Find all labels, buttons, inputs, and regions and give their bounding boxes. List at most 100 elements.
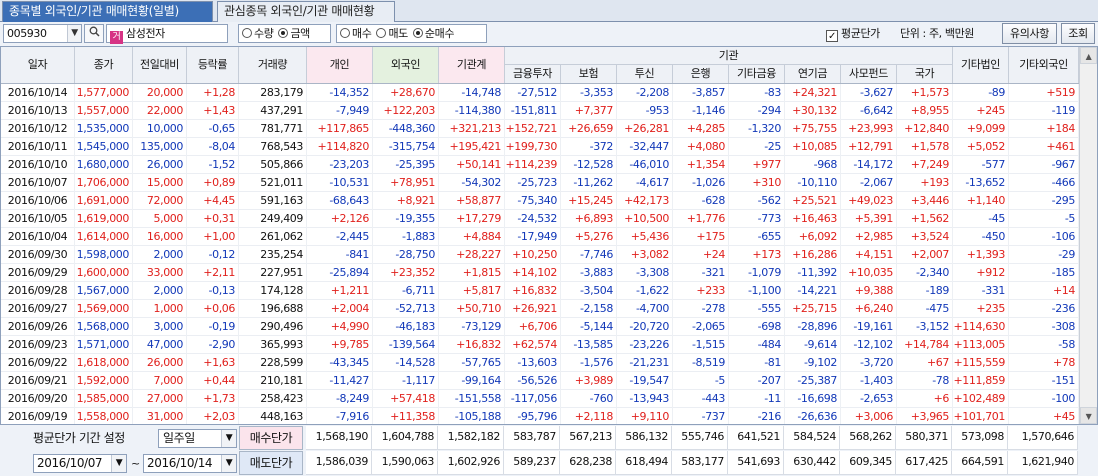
- chevron-down-icon[interactable]: ▼: [221, 430, 236, 447]
- cell-private-fund: -6,642: [841, 102, 897, 120]
- radio-quantity[interactable]: 수량: [242, 25, 274, 42]
- cell-close: 1,691,000: [75, 192, 133, 210]
- col-volume[interactable]: 거래량: [239, 47, 307, 83]
- cell-change: 20,000: [133, 84, 187, 102]
- cell-rate: +4,45: [187, 192, 239, 210]
- cell-inst-total: +58,877: [439, 192, 505, 210]
- notice-button[interactable]: 유의사항: [1002, 23, 1057, 44]
- table-row[interactable]: 2016/10/06 1,691,000 72,000 +4,45 591,163 -68…: [1, 192, 1079, 210]
- trade-type-radio-group: 매수 매도 순매수: [336, 24, 487, 43]
- cell-state: +2,007: [897, 246, 953, 264]
- col-state[interactable]: 국가: [897, 65, 953, 83]
- radio-amount[interactable]: 금액: [278, 25, 310, 42]
- col-date[interactable]: 일자: [1, 47, 75, 83]
- avg-price-footer: 평균단가 기간 설정 일주일 ▼ 매수단가 1,568,190 1,604,788 1…: [0, 425, 1098, 476]
- col-inst-total[interactable]: 기관계: [439, 47, 505, 83]
- chevron-down-icon[interactable]: ▼: [221, 455, 236, 472]
- radio-buy[interactable]: 매수: [340, 25, 372, 42]
- cell-other-foreign: -29: [1009, 246, 1079, 264]
- table-row[interactable]: 2016/09/22 1,618,000 26,000 +1,63 228,599 -43…: [1, 354, 1079, 372]
- table-row[interactable]: 2016/10/10 1,680,000 26,000 -1,52 505,866 -23…: [1, 156, 1079, 174]
- table-row[interactable]: 2016/09/23 1,571,000 47,000 -2,90 365,993 +9,…: [1, 336, 1079, 354]
- col-private-fund[interactable]: 사모펀드: [841, 65, 897, 83]
- col-individual[interactable]: 개인: [307, 47, 373, 83]
- table-row[interactable]: 2016/09/20 1,585,000 27,000 +1,73 258,423 -8,…: [1, 390, 1079, 408]
- cell-insurance: +15,245: [561, 192, 617, 210]
- radio-circle-icon: [340, 28, 350, 38]
- table-row[interactable]: 2016/09/19 1,558,000 31,000 +2,03 448,163 -7,…: [1, 408, 1079, 424]
- col-other-foreign[interactable]: 기타외국인: [1009, 47, 1079, 83]
- period-select[interactable]: 일주일 ▼: [158, 429, 237, 448]
- scroll-up-icon[interactable]: ▲: [1080, 47, 1097, 64]
- table-row[interactable]: 2016/10/12 1,535,000 10,000 -0,65 781,771 +11…: [1, 120, 1079, 138]
- col-other-corp[interactable]: 기타법인: [953, 47, 1009, 83]
- cell-rate: -0,19: [187, 318, 239, 336]
- vertical-scrollbar[interactable]: ▲ ▼: [1079, 47, 1097, 424]
- table-row[interactable]: 2016/10/14 1,577,000 20,000 +1,28 283,179 -14…: [1, 84, 1079, 102]
- stock-tag-badge: 거: [110, 31, 123, 44]
- cell-pension: +10,085: [785, 138, 841, 156]
- cell-date: 2016/10/06: [1, 192, 75, 210]
- cell-finance: -151,811: [505, 102, 561, 120]
- col-finance[interactable]: 금융투자: [505, 65, 561, 83]
- stock-code-input[interactable]: 005930 ▼: [3, 24, 82, 43]
- table-row[interactable]: 2016/10/11 1,545,000 135,000 -8,04 768,543 +1…: [1, 138, 1079, 156]
- cell-change: 1,000: [133, 300, 187, 318]
- table-row[interactable]: 2016/09/27 1,569,000 1,000 +0,06 196,688 +2,0…: [1, 300, 1079, 318]
- cell-individual: +114,820: [307, 138, 373, 156]
- cell-change: 3,000: [133, 318, 187, 336]
- tab-daily-trading[interactable]: 종목별 외국인/기관 매매현황(일별): [2, 1, 213, 22]
- scroll-down-icon[interactable]: ▼: [1080, 407, 1097, 424]
- search-button[interactable]: [84, 24, 104, 43]
- col-foreign[interactable]: 외국인: [373, 47, 439, 83]
- cell-bank: +4,080: [673, 138, 729, 156]
- cell-pension: -9,102: [785, 354, 841, 372]
- query-button[interactable]: 조회: [1061, 23, 1095, 44]
- col-pension[interactable]: 연기금: [785, 65, 841, 83]
- avg-price-checkbox[interactable]: ✓ 평균단가: [826, 27, 880, 42]
- col-change[interactable]: 전일대비: [133, 47, 187, 83]
- col-bank[interactable]: 은행: [673, 65, 729, 83]
- to-date-input[interactable]: 2016/10/14 ▼: [143, 454, 237, 473]
- table-row[interactable]: 2016/09/28 1,567,000 2,000 -0,13 174,128 +1,2…: [1, 282, 1079, 300]
- cell-volume: 174,128: [239, 282, 307, 300]
- cell-finance: +199,730: [505, 138, 561, 156]
- col-close[interactable]: 종가: [75, 47, 133, 83]
- table-row[interactable]: 2016/10/04 1,614,000 16,000 +1,00 261,062 -2,…: [1, 228, 1079, 246]
- cell-other-finance: -1,320: [729, 120, 785, 138]
- cell-change: 2,000: [133, 246, 187, 264]
- cell-rate: +2,11: [187, 264, 239, 282]
- table-row[interactable]: 2016/10/05 1,619,000 5,000 +0,31 249,409 +2,1…: [1, 210, 1079, 228]
- table-row[interactable]: 2016/10/07 1,706,000 15,000 +0,89 521,011 -10…: [1, 174, 1079, 192]
- cell-other-foreign: -236: [1009, 300, 1079, 318]
- chevron-down-icon[interactable]: ▼: [67, 25, 81, 42]
- from-date-input[interactable]: 2016/10/07 ▼: [33, 454, 127, 473]
- cell-state: +6: [897, 390, 953, 408]
- col-rate[interactable]: 등락률: [187, 47, 239, 83]
- cell-insurance: -5,144: [561, 318, 617, 336]
- tab-watchlist-trading[interactable]: 관심종목 외국인/기관 매매현황: [217, 1, 395, 22]
- table-row[interactable]: 2016/10/13 1,557,000 22,000 +1,43 437,291 -7,…: [1, 102, 1079, 120]
- cell-private-fund: +49,023: [841, 192, 897, 210]
- cell-rate: +0,31: [187, 210, 239, 228]
- cell-trust: -21,231: [617, 354, 673, 372]
- cell-private-fund: +9,388: [841, 282, 897, 300]
- col-trust[interactable]: 투신: [617, 65, 673, 83]
- radio-sell[interactable]: 매도: [376, 25, 408, 42]
- cell-finance: +62,574: [505, 336, 561, 354]
- cell-pension: +24,321: [785, 84, 841, 102]
- cell-date: 2016/10/10: [1, 156, 75, 174]
- radio-net-buy[interactable]: 순매수: [412, 25, 454, 42]
- cell-foreign: -14,528: [373, 354, 439, 372]
- cell-insurance: +3,989: [561, 372, 617, 390]
- cell-change: 2,000: [133, 282, 187, 300]
- table-row[interactable]: 2016/09/29 1,600,000 33,000 +2,11 227,951 -25…: [1, 264, 1079, 282]
- cell-date: 2016/10/04: [1, 228, 75, 246]
- chevron-down-icon[interactable]: ▼: [111, 455, 126, 472]
- cell-insurance: +6,893: [561, 210, 617, 228]
- col-other-finance[interactable]: 기타금융: [729, 65, 785, 83]
- table-row[interactable]: 2016/09/26 1,568,000 3,000 -0,19 290,496 +4,9…: [1, 318, 1079, 336]
- table-row[interactable]: 2016/09/21 1,592,000 7,000 +0,44 210,181 -11,…: [1, 372, 1079, 390]
- table-row[interactable]: 2016/09/30 1,598,000 2,000 -0,12 235,254 -841…: [1, 246, 1079, 264]
- col-insurance[interactable]: 보험: [561, 65, 617, 83]
